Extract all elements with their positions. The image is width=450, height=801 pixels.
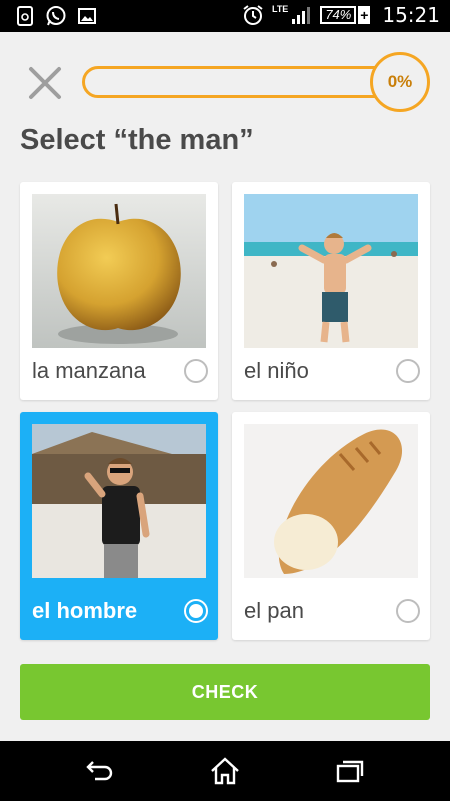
option-label: el hombre — [32, 598, 138, 623]
battery-indicator: 74% + — [320, 6, 371, 24]
recent-apps-icon — [336, 760, 364, 783]
whatsapp-icon — [45, 5, 67, 27]
battery-level: 74% — [320, 6, 357, 24]
navigation-bar — [0, 741, 450, 801]
charging-icon: + — [358, 6, 371, 24]
option-radio[interactable] — [184, 359, 208, 383]
back-icon — [86, 761, 113, 781]
option-card-bread[interactable]: el pan — [232, 412, 430, 640]
gallery-icon — [76, 5, 98, 27]
progress-percent-badge: 0% — [370, 52, 430, 112]
option-card-apple[interactable]: la manzana — [20, 182, 218, 400]
screenshot-icon — [14, 5, 36, 27]
option-radio[interactable] — [396, 359, 420, 383]
progress-bar — [82, 66, 412, 98]
home-icon — [211, 757, 239, 785]
signal-icon — [290, 4, 312, 26]
progress-percent: 0% — [387, 72, 413, 91]
option-label: el niño — [244, 358, 309, 383]
boy-on-beach-image — [244, 194, 418, 348]
close-button[interactable] — [28, 66, 62, 100]
close-icon — [29, 67, 61, 99]
man-image — [32, 424, 206, 578]
status-bar: LTE 74% + 15:21 — [0, 0, 450, 32]
option-label: la manzana — [32, 358, 146, 383]
network-type: LTE — [271, 4, 289, 14]
recent-apps-button[interactable] — [330, 753, 370, 789]
option-radio-selected[interactable] — [184, 599, 208, 623]
clock: 15:21 — [382, 3, 440, 27]
back-button[interactable] — [80, 753, 120, 789]
option-card-boy[interactable]: el niño — [232, 182, 430, 400]
option-label: el pan — [244, 598, 304, 623]
option-radio[interactable] — [396, 599, 420, 623]
bread-image — [244, 424, 418, 578]
apple-image — [32, 194, 206, 348]
prompt-title: Select “the man” — [20, 124, 254, 156]
home-button[interactable] — [205, 753, 245, 789]
alarm-icon — [242, 4, 264, 26]
option-card-man[interactable]: el hombre — [20, 412, 218, 640]
check-button[interactable]: CHECK — [20, 664, 430, 720]
